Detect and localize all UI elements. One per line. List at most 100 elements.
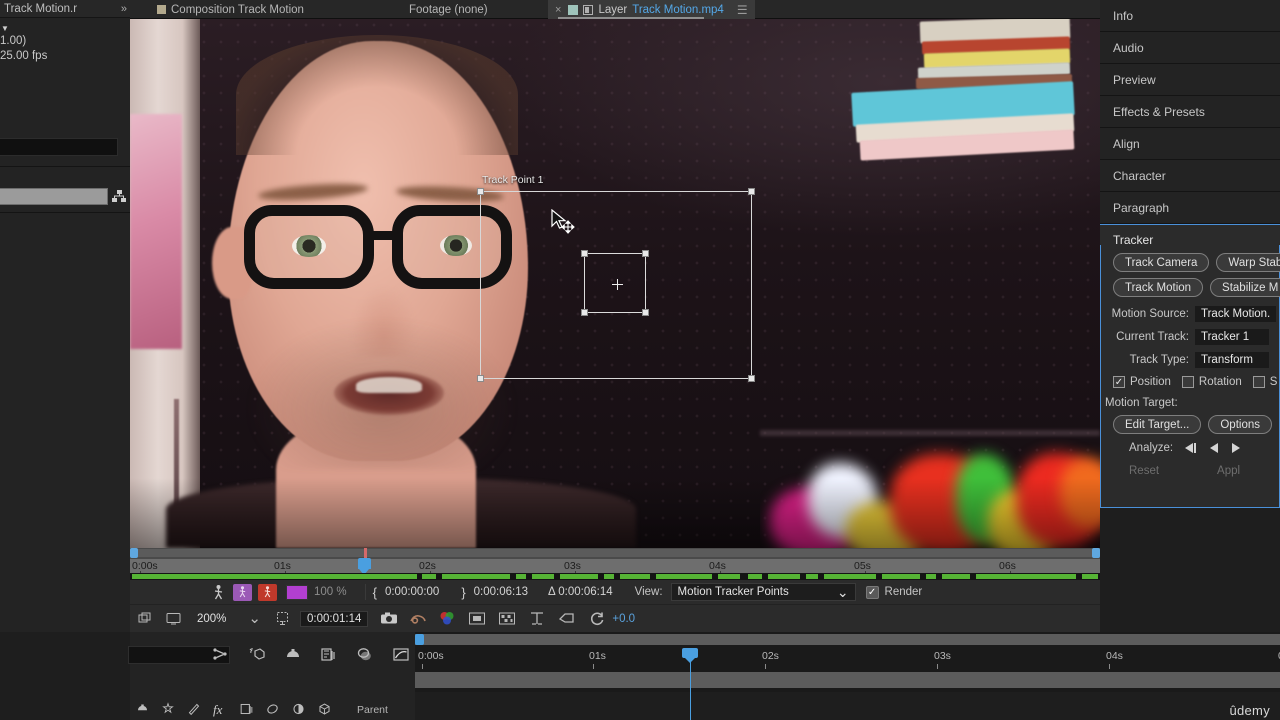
- timeline-time-ticks[interactable]: 0:00s 01s 02s 03s 04s 05: [415, 648, 1280, 670]
- transparency-grid-icon[interactable]: [498, 610, 516, 627]
- stabilize-motion-label: Stabilize M: [1222, 281, 1279, 294]
- zoom-level-value[interactable]: 200%: [197, 613, 226, 625]
- tab-composition[interactable]: Composition Track Motion: [150, 0, 311, 19]
- out-point-icon[interactable]: }: [461, 585, 465, 600]
- walk-magenta-button[interactable]: [233, 583, 252, 601]
- panel-header-effects-presets[interactable]: Effects & Presets: [1100, 96, 1280, 128]
- region-of-interest-icon[interactable]: [468, 610, 486, 627]
- snapshot-camera-icon[interactable]: [380, 610, 398, 627]
- close-icon[interactable]: ×: [555, 4, 561, 16]
- channel-rgb-icon[interactable]: [438, 610, 455, 627]
- handle-tr[interactable]: [748, 188, 755, 195]
- panel-header-info[interactable]: Info: [1100, 0, 1280, 32]
- feature-handle-br[interactable]: [642, 309, 649, 316]
- position-checkbox[interactable]: ✓: [1113, 376, 1125, 388]
- in-point-icon[interactable]: {: [373, 585, 377, 600]
- scrollbar-cap-left[interactable]: [130, 548, 138, 558]
- 3d-layer-icon[interactable]: [317, 702, 334, 719]
- timeline-layer-area[interactable]: ûdemy: [415, 692, 1280, 720]
- panel-header-paragraph[interactable]: Paragraph: [1100, 192, 1280, 224]
- feature-handle-tr[interactable]: [642, 250, 649, 257]
- monitor-icon[interactable]: [165, 610, 182, 627]
- panel-header-preview[interactable]: Preview: [1100, 64, 1280, 96]
- frame-blending-icon[interactable]: [320, 646, 337, 663]
- resolution-swatch[interactable]: [286, 584, 308, 600]
- warp-stabilizer-button[interactable]: Warp Stab: [1216, 253, 1280, 272]
- track-motion-button[interactable]: Track Motion: [1113, 278, 1204, 297]
- project-panel-body: ▼ 1.00) 25.00 fps: [0, 18, 130, 64]
- timeline-playhead[interactable]: [682, 648, 698, 720]
- track-camera-button[interactable]: Track Camera: [1113, 253, 1210, 272]
- handle-tl[interactable]: [477, 188, 484, 195]
- panel-header-character[interactable]: Character: [1100, 160, 1280, 192]
- hierarchy-icon[interactable]: [111, 188, 127, 204]
- feature-handle-tl[interactable]: [581, 250, 588, 257]
- project-search-input[interactable]: [0, 187, 108, 205]
- out-point-value[interactable]: 0:00:06:13: [474, 586, 528, 598]
- frame-blend-column-icon[interactable]: [239, 702, 256, 719]
- tab-footage[interactable]: Footage (none): [402, 0, 495, 19]
- timeline-scrollbar-start-cap[interactable]: [415, 634, 424, 645]
- stabilize-motion-button[interactable]: Stabilize M: [1210, 278, 1280, 297]
- motion-blur-icon[interactable]: [284, 646, 301, 663]
- position-label: Position: [1130, 376, 1171, 388]
- feature-handle-bl[interactable]: [581, 309, 588, 316]
- panel-menu-icon[interactable]: ☰: [737, 4, 748, 16]
- exposure-value[interactable]: +0.0: [612, 613, 635, 625]
- graph-editor-icon[interactable]: [212, 646, 229, 663]
- adjustment-layer-icon[interactable]: [291, 702, 308, 719]
- grid-guides-icon[interactable]: [275, 610, 292, 627]
- current-track-value[interactable]: Tracker 1: [1195, 329, 1269, 345]
- panel-label-audio: Audio: [1113, 40, 1144, 55]
- timeline-tick-1: 01s: [589, 650, 606, 662]
- 3d-renderer-icon[interactable]: [248, 646, 265, 663]
- options-button[interactable]: Options: [1208, 415, 1272, 434]
- view-select[interactable]: Motion Tracker Points ⌄: [670, 583, 856, 601]
- lock-pencil-icon[interactable]: [187, 702, 204, 719]
- analyze-backward-button[interactable]: [1210, 443, 1219, 453]
- viewer-time-ruler[interactable]: 0:00s 01s 02s 03s 04s 05s 06s: [130, 558, 1100, 575]
- disclosure-triangle-icon[interactable]: ▼: [0, 24, 130, 34]
- handle-bl[interactable]: [477, 375, 484, 382]
- shy-layers-icon[interactable]: [356, 646, 373, 663]
- panel-header-audio[interactable]: Audio: [1100, 32, 1280, 64]
- expand-panels-chevron[interactable]: »: [121, 3, 127, 15]
- solo-star-icon[interactable]: [161, 701, 178, 719]
- timeline-work-area-bar[interactable]: [415, 672, 1280, 720]
- analyze-back-1-frame-button[interactable]: [1185, 443, 1197, 453]
- duration-value[interactable]: Δ 0:00:06:14: [548, 586, 613, 598]
- graph-curve-icon[interactable]: [392, 646, 409, 663]
- analyze-forward-button[interactable]: [1232, 443, 1241, 453]
- fx-icon[interactable]: fx: [213, 702, 230, 719]
- zoom-chevron-down-icon[interactable]: ⌄: [248, 611, 261, 626]
- panel-header-align[interactable]: Align: [1100, 128, 1280, 160]
- motion-source-value[interactable]: Track Motion.: [1195, 306, 1277, 322]
- audio-toggle-icon[interactable]: [135, 702, 152, 719]
- show-snapshot-icon[interactable]: [409, 610, 427, 627]
- always-preview-icon[interactable]: [137, 610, 154, 627]
- in-point-value[interactable]: 0:00:00:00: [385, 586, 439, 598]
- reset-button[interactable]: Reset: [1129, 465, 1159, 477]
- reset-exposure-icon[interactable]: [588, 610, 605, 627]
- viewer-scrollbar[interactable]: [130, 548, 1100, 558]
- apply-button[interactable]: Appl: [1217, 465, 1240, 477]
- scale-checkbox[interactable]: [1252, 376, 1265, 388]
- panel-label-align: Align: [1113, 136, 1140, 151]
- timeline-tick-2: 02s: [762, 650, 779, 662]
- current-time-field[interactable]: 0:00:01:14: [300, 610, 369, 627]
- walk-red-button[interactable]: [258, 583, 277, 601]
- 3d-view-icon[interactable]: [528, 610, 545, 627]
- project-panel-tabbar[interactable]: Track Motion.r »: [0, 0, 130, 18]
- walk-person-icon[interactable]: [210, 584, 227, 601]
- scrollbar-cap-right[interactable]: [1092, 548, 1100, 558]
- layer-viewer[interactable]: Track Point 1: [130, 19, 1100, 548]
- motion-blur-column-icon[interactable]: [265, 702, 282, 719]
- timeline-scrollbar[interactable]: [415, 634, 1280, 645]
- render-checkbox[interactable]: ✓: [865, 585, 879, 599]
- handle-br[interactable]: [748, 375, 755, 382]
- edit-target-button[interactable]: Edit Target...: [1113, 415, 1202, 434]
- view-layout-icon[interactable]: [558, 610, 575, 627]
- rotation-checkbox[interactable]: [1181, 376, 1194, 388]
- attach-point-crosshair-icon[interactable]: [612, 279, 623, 290]
- track-type-value[interactable]: Transform: [1195, 352, 1269, 368]
